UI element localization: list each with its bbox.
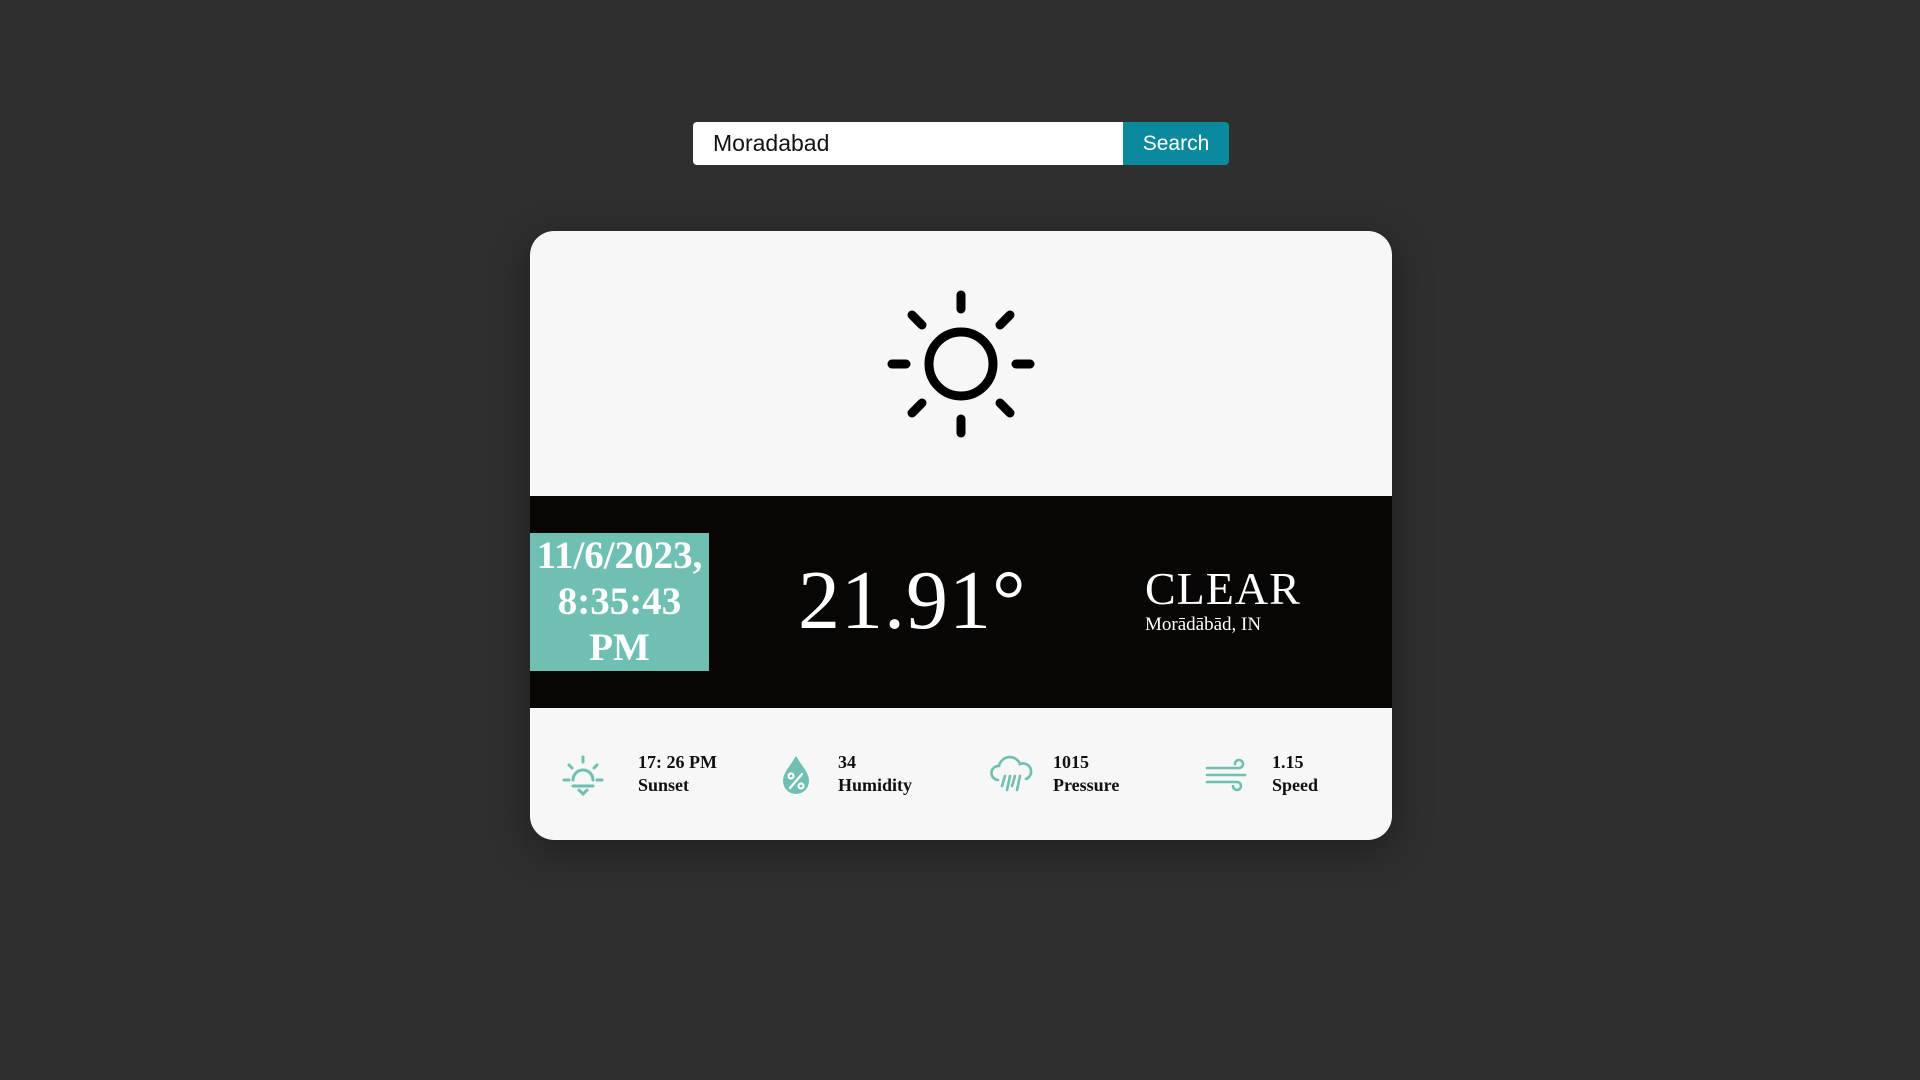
search-button[interactable]: Search	[1123, 122, 1229, 165]
time-text: 8:35:43	[557, 580, 682, 623]
stat-pressure: 1015 Pressure	[960, 708, 1175, 840]
wind-icon	[1205, 758, 1247, 792]
stat-label: Pressure	[1053, 775, 1120, 795]
stat-value: 34	[838, 752, 856, 772]
date-text: 11/6/2023,	[536, 534, 703, 577]
weather-icon-area	[530, 231, 1392, 496]
temperature: 21.91°	[798, 554, 1027, 647]
stat-text: 17: 26 PM Sunset	[638, 751, 717, 797]
stat-text: 1.15 Speed	[1272, 751, 1318, 797]
humidity-icon	[783, 756, 809, 794]
stat-value: 1015	[1053, 752, 1089, 772]
sunset-icon	[562, 755, 604, 796]
stat-wind-speed: 1.15 Speed	[1175, 708, 1390, 840]
stat-label: Humidity	[838, 775, 913, 795]
stat-value: 17: 26 PM	[638, 752, 717, 772]
search-input[interactable]	[693, 122, 1123, 165]
pressure-icon	[990, 755, 1033, 792]
weather-summary-band: 11/6/2023, 8:35:43 PM 21.91° CLEAR Morād…	[530, 496, 1392, 708]
stat-label: Sunset	[638, 775, 690, 795]
condition-block: CLEAR Morādābād, IN	[1145, 564, 1301, 636]
weather-condition: CLEAR	[1145, 563, 1301, 614]
stat-value: 1.15	[1272, 752, 1304, 772]
stat-label: Speed	[1272, 775, 1319, 795]
weather-card: 11/6/2023, 8:35:43 PM 21.91° CLEAR Morād…	[530, 231, 1392, 840]
datetime-box: 11/6/2023, 8:35:43 PM	[530, 533, 709, 671]
stats-row: 17: 26 PM Sunset 34 Humidity 1015 Pressu…	[530, 708, 1392, 840]
location-text: Morādābād, IN	[1145, 614, 1262, 635]
stat-sunset: 17: 26 PM Sunset	[530, 708, 745, 840]
ampm-text: PM	[589, 626, 650, 669]
stat-humidity: 34 Humidity	[745, 708, 960, 840]
sun-icon	[887, 290, 1035, 437]
search-bar: Search	[693, 122, 1229, 165]
stat-text: 1015 Pressure	[1053, 751, 1119, 797]
weather-app: Search 11/6/2023, 8:35	[0, 0, 1920, 1080]
stat-text: 34 Humidity	[838, 751, 912, 797]
